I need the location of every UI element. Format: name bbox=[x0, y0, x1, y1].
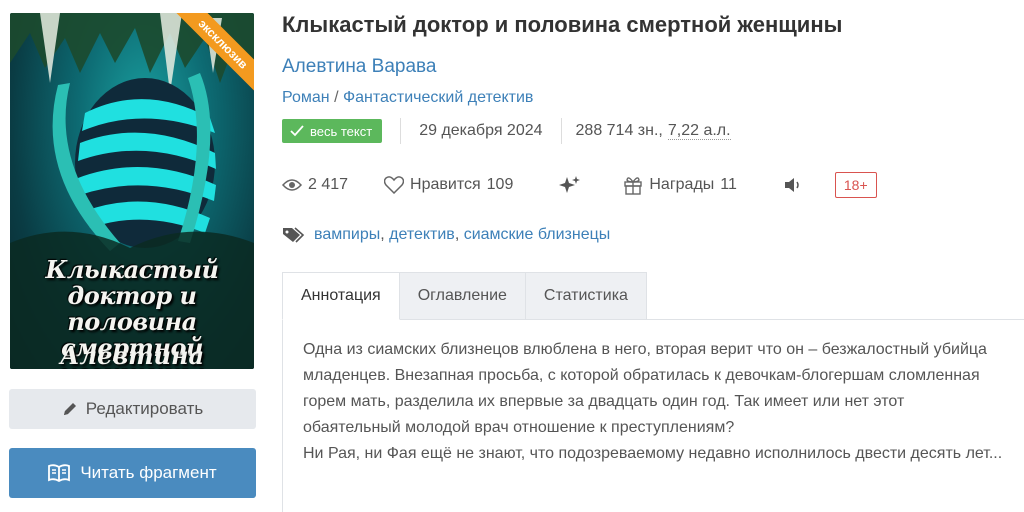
edit-button[interactable]: Редактировать bbox=[9, 389, 256, 429]
speaker-icon bbox=[783, 177, 803, 193]
views-stat: 2 417 bbox=[282, 176, 348, 194]
genre-link-primary[interactable]: Роман bbox=[282, 89, 330, 106]
gift-icon bbox=[623, 175, 643, 195]
audio-stat[interactable] bbox=[783, 177, 803, 193]
tab-contents[interactable]: Оглавление bbox=[399, 272, 526, 320]
views-count: 2 417 bbox=[308, 176, 349, 193]
genres: Роман / Фантастический детектив bbox=[282, 89, 533, 107]
genre-link-secondary[interactable]: Фантастический детектив bbox=[343, 89, 533, 106]
tag-link[interactable]: сиамские близнецы bbox=[464, 226, 611, 244]
read-fragment-button[interactable]: Читать фрагмент bbox=[9, 448, 256, 498]
pencil-icon bbox=[62, 401, 78, 417]
sparkles-stat[interactable] bbox=[559, 175, 581, 195]
likes-count: 109 bbox=[486, 176, 514, 193]
annotation-paragraph: Ни Рая, ни Фая ещё не знают, что подозре… bbox=[303, 445, 1003, 462]
publish-date: 29 декабря 2024 bbox=[419, 122, 543, 139]
edit-button-label: Редактировать bbox=[85, 399, 204, 418]
author-link[interactable]: Алевтина Варава bbox=[282, 56, 436, 78]
likes-stat[interactable]: Нравится 109 bbox=[384, 176, 513, 194]
annotation-paragraph: Одна из сиамских близнецов влюблена в не… bbox=[303, 341, 987, 436]
tab-annotation[interactable]: Аннотация bbox=[282, 272, 400, 320]
awards-count: 11 bbox=[720, 176, 737, 193]
divider bbox=[400, 118, 402, 144]
meta-row: весь текст 29 декабря 2024 288 714 зн., … bbox=[282, 118, 731, 144]
tabs: Аннотация Оглавление Статистика bbox=[282, 272, 647, 320]
check-icon bbox=[290, 125, 304, 137]
read-button-label: Читать фрагмент bbox=[80, 463, 217, 482]
size-sheets[interactable]: 7,22 а.л. bbox=[667, 122, 731, 140]
age-rating-badge: 18+ bbox=[834, 172, 877, 198]
tab-statistics[interactable]: Статистика bbox=[525, 272, 647, 320]
divider bbox=[560, 118, 562, 144]
genre-separator: / bbox=[334, 89, 339, 106]
sparkles-icon bbox=[559, 175, 581, 195]
panel-border bbox=[282, 320, 283, 512]
tag-icon bbox=[282, 226, 306, 244]
tab-underline bbox=[405, 319, 1024, 320]
likes-label: Нравится bbox=[410, 176, 481, 193]
annotation-text: Одна из сиамских близнецов влюблена в не… bbox=[303, 337, 1003, 467]
book-icon bbox=[48, 464, 71, 482]
size-chars: 288 714 зн., bbox=[575, 122, 663, 139]
book-title: Клыкастый доктор и половина смертной жен… bbox=[282, 12, 843, 37]
tag-link[interactable]: вампиры bbox=[314, 226, 380, 244]
eye-icon bbox=[282, 178, 302, 192]
heart-icon bbox=[384, 176, 405, 194]
awards-stat[interactable]: Награды 11 bbox=[623, 175, 737, 195]
cover-author: Алевтина Варава bbox=[59, 341, 205, 369]
badge-label: весь текст bbox=[310, 123, 373, 139]
full-text-badge: весь текст bbox=[282, 119, 383, 143]
book-cover[interactable]: эксклюзив Клыкастый доктор и половина см… bbox=[10, 13, 254, 369]
tag-link[interactable]: детектив bbox=[389, 226, 455, 244]
stats-row: 2 417 Нравится 109 Награды 11 18+ bbox=[282, 172, 877, 198]
tags-row: вампиры, детектив, сиамские близнецы bbox=[282, 222, 610, 248]
awards-label: Награды bbox=[649, 176, 715, 193]
